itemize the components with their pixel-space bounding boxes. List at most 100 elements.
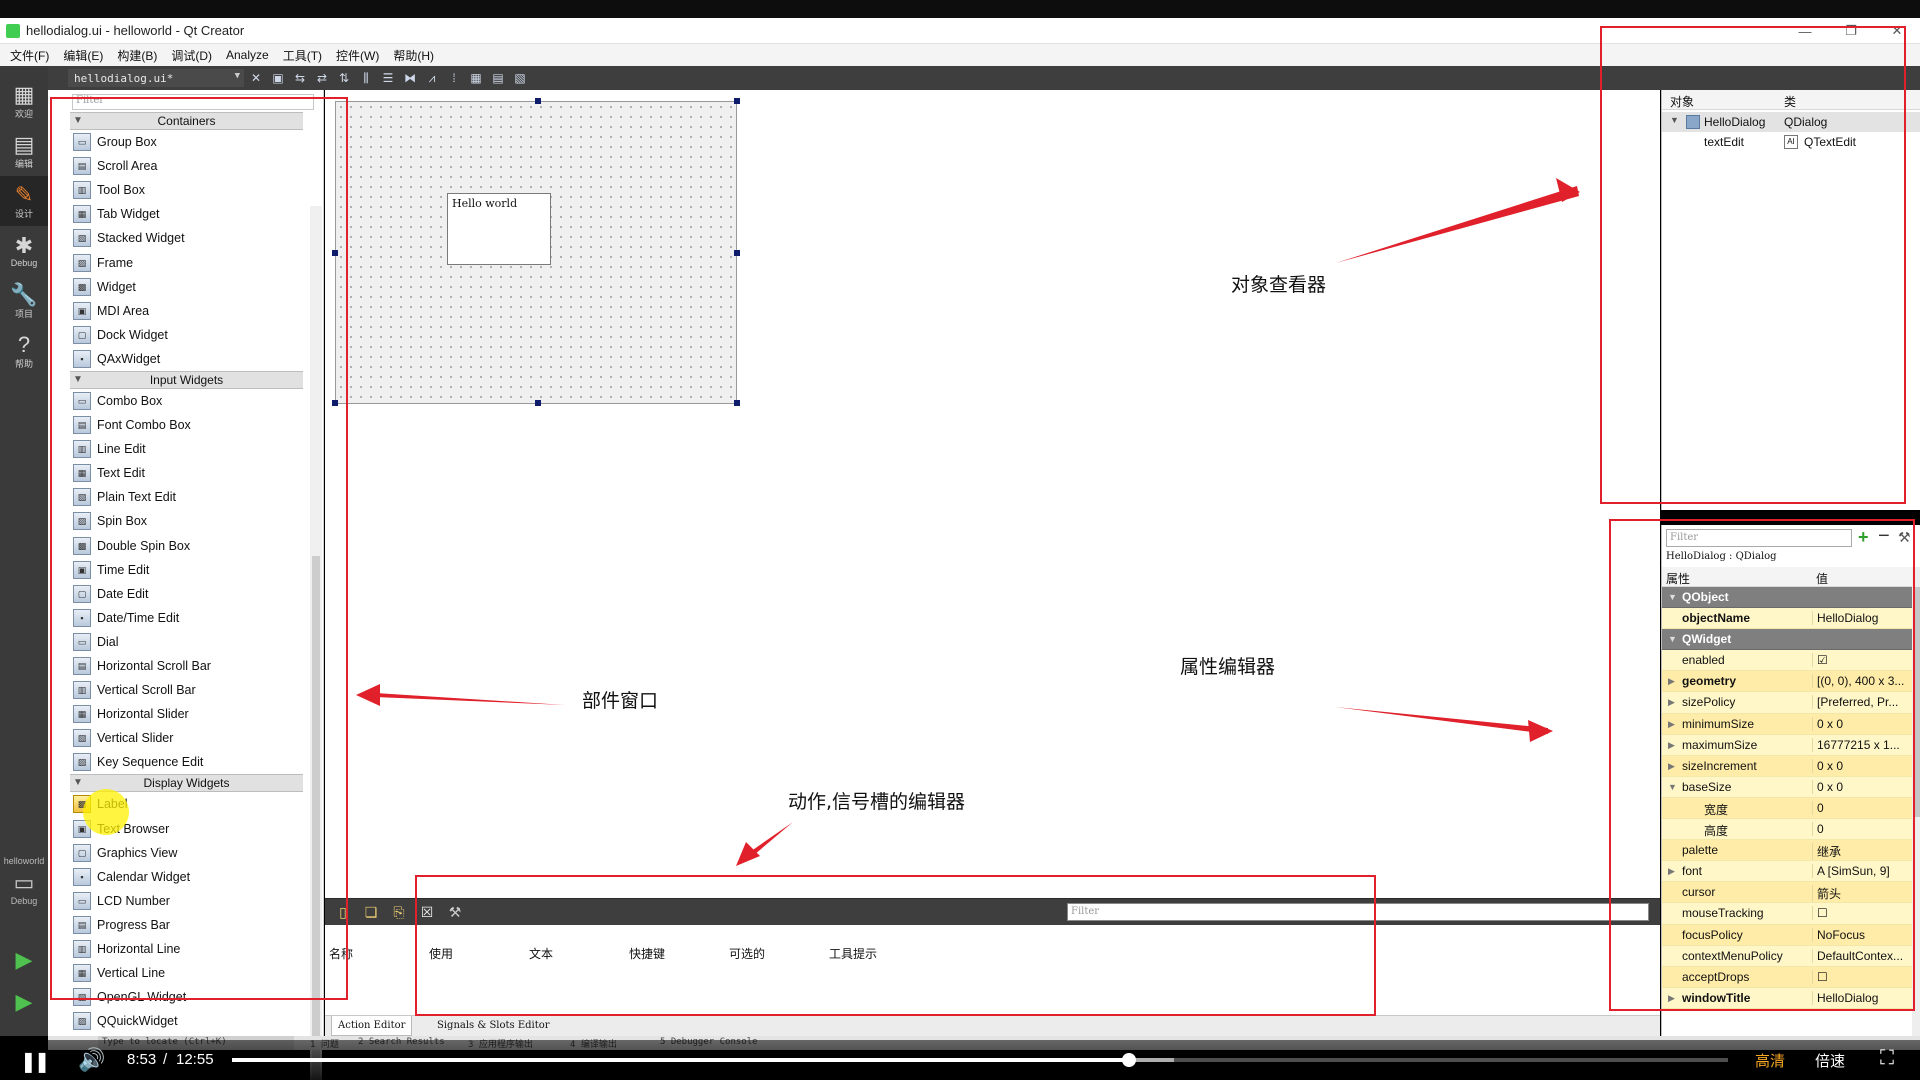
menu-debug[interactable]: 调试(D) [167, 47, 222, 64]
property-value[interactable]: 0 [1812, 800, 1910, 815]
property-group-header[interactable]: ▼ QWidget [1662, 629, 1912, 651]
mode-edit[interactable]: ▤ 编辑 [0, 126, 48, 176]
widget-item[interactable]: ▦ Tab Widget [70, 202, 303, 226]
mode-help[interactable]: ? 帮助 [0, 326, 48, 376]
property-row[interactable]: ▶ minimumSize 0 x 0 [1662, 713, 1912, 735]
property-value[interactable]: [(0, 0), 400 x 3... [1812, 674, 1910, 689]
new-action-icon[interactable]: ▯ [333, 902, 353, 922]
copy-action-icon[interactable]: ❏ [361, 902, 381, 922]
property-value[interactable]: 0 x 0 [1812, 716, 1910, 731]
property-value[interactable]: ☑ [1812, 653, 1910, 668]
resize-handle-top-right[interactable] [734, 98, 740, 104]
mode-projects[interactable]: 🔧 项目 [0, 276, 48, 326]
widget-box-scrollbar[interactable] [310, 206, 322, 1080]
widget-item[interactable]: ▨ Frame [70, 250, 303, 274]
resize-handle-bottom[interactable] [535, 400, 541, 406]
property-filter-input[interactable]: Filter [1666, 529, 1852, 547]
widget-item[interactable]: ▤ Progress Bar [70, 913, 303, 937]
widget-item[interactable]: ▨ QQuickWidget [70, 1009, 303, 1033]
adjust-size-icon[interactable]: ▧ [510, 69, 530, 87]
chevron-right-icon[interactable]: ▶ [1668, 697, 1675, 708]
widget-item[interactable]: ▪ Calendar Widget [70, 865, 303, 889]
widget-item[interactable]: ▦ Horizontal Slider [70, 702, 303, 726]
property-value[interactable]: A [SimSun, 9] [1812, 864, 1910, 879]
edit-widgets-icon[interactable]: ▣ [268, 69, 288, 87]
edit-signals-icon[interactable]: ⇆ [290, 69, 310, 87]
property-value[interactable]: 16777215 x 1... [1812, 737, 1910, 752]
property-value[interactable]: DefaultContex... [1812, 948, 1910, 963]
property-row[interactable]: 宽度 0 [1662, 797, 1912, 820]
property-row[interactable]: ▶ font A [SimSun, 9] [1662, 861, 1912, 883]
widget-item[interactable]: ▤ Horizontal Scroll Bar [70, 654, 303, 678]
mode-design[interactable]: ✎ 设计 [0, 176, 48, 226]
tab-action-editor[interactable]: Action Editor [331, 1016, 413, 1036]
mode-debug[interactable]: ✱ Debug [0, 226, 48, 276]
resize-handle-right[interactable] [734, 250, 740, 256]
widget-item[interactable]: ▧ Vertical Slider [70, 726, 303, 750]
property-row[interactable]: ▼ baseSize 0 x 0 [1662, 776, 1912, 798]
widget-filter-input[interactable]: Filter [72, 94, 314, 110]
chevron-right-icon[interactable]: ▶ [1668, 761, 1675, 772]
widget-item[interactable]: ▪ QAxWidget [70, 347, 303, 371]
widget-item[interactable]: ▥ Tool Box [70, 178, 303, 202]
widget-item[interactable]: ▤ Font Combo Box [70, 413, 303, 437]
layout-horizontal-icon[interactable]: ⫼ [356, 69, 376, 87]
property-row[interactable]: 高度 0 [1662, 819, 1912, 841]
break-layout-icon[interactable]: ▤ [488, 69, 508, 87]
debug-run-icon[interactable]: ▶ [12, 990, 36, 1014]
edit-buddies-icon[interactable]: ⇄ [312, 69, 332, 87]
menu-tools[interactable]: 工具(T) [279, 47, 332, 64]
column-header-value[interactable]: 值 [1816, 570, 1828, 587]
column-header[interactable]: 文本 [529, 945, 553, 962]
action-filter-input[interactable]: Filter [1067, 903, 1649, 921]
layout-form-icon[interactable]: ⁞ [444, 69, 464, 87]
add-property-icon[interactable]: + [1858, 527, 1869, 548]
open-documents-combo[interactable]: hellodialog.ui* ▼ [68, 69, 244, 87]
widget-item[interactable]: ▤ Scroll Area [70, 154, 303, 178]
widget-item[interactable]: ▪ Date/Time Edit [70, 606, 303, 630]
widget-item[interactable]: ▦ Vertical Line [70, 961, 303, 985]
property-value[interactable]: 箭头 [1812, 885, 1910, 903]
menu-file[interactable]: 文件(F) [6, 47, 59, 64]
chevron-right-icon[interactable]: ▶ [1668, 676, 1675, 687]
column-header[interactable]: 使用 [429, 945, 453, 962]
property-value[interactable]: 0 x 0 [1812, 758, 1910, 773]
menu-help[interactable]: 帮助(H) [389, 47, 444, 64]
video-progress-bar[interactable] [232, 1053, 1728, 1067]
minimize-icon[interactable]: — [1782, 18, 1828, 44]
chevron-right-icon[interactable]: ▶ [1668, 740, 1675, 751]
layout-v-splitter-icon[interactable]: ⩘ [422, 69, 442, 87]
property-row[interactable]: ▶ sizePolicy [Preferred, Pr... [1662, 692, 1912, 714]
widget-item[interactable]: ▭ Combo Box [70, 389, 303, 413]
close-icon[interactable]: ✕ [1874, 18, 1920, 44]
volume-icon[interactable]: 🔊 [78, 1047, 105, 1073]
menu-edit[interactable]: 编辑(E) [59, 47, 113, 64]
edit-tab-order-icon[interactable]: ⇅ [334, 69, 354, 87]
property-value[interactable]: ☐ [1812, 969, 1910, 984]
widget-item[interactable]: ▧ Stacked Widget [70, 226, 303, 250]
tab-signals-slots[interactable]: Signals & Slots Editor [437, 1020, 550, 1031]
menu-build[interactable]: 构建(B) [113, 47, 167, 64]
scrollbar-thumb[interactable] [312, 556, 320, 1080]
column-header[interactable]: 可选的 [729, 945, 765, 962]
object-row[interactable]: textEdit AI QTextEdit [1662, 132, 1920, 152]
property-value[interactable]: 0 x 0 [1812, 779, 1910, 794]
widget-item[interactable]: ▨ Spin Box [70, 509, 303, 533]
property-row[interactable]: ▶ windowTitle HelloDialog [1662, 987, 1912, 1009]
delete-action-icon[interactable]: ☒ [417, 902, 437, 922]
chevron-down-icon[interactable]: ▼ [1668, 592, 1677, 602]
property-value[interactable]: ☐ [1812, 906, 1910, 921]
remove-property-icon[interactable]: − [1878, 525, 1890, 548]
widget-item[interactable]: ▦ Text Edit [70, 461, 303, 485]
property-row[interactable]: ▶ sizeIncrement 0 x 0 [1662, 755, 1912, 777]
resize-handle-top[interactable] [535, 98, 541, 104]
widget-item[interactable]: ▢ Graphics View [70, 841, 303, 865]
property-row[interactable]: enabled ☑ [1662, 650, 1912, 672]
property-row[interactable]: palette 继承 [1662, 840, 1912, 862]
widget-item[interactable]: ▥ Vertical Scroll Bar [70, 678, 303, 702]
widget-item[interactable]: ▭ Group Box [70, 130, 303, 154]
paste-action-icon[interactable]: ⎘ [389, 902, 409, 922]
text-edit-widget[interactable]: Hello world [447, 193, 551, 265]
property-row[interactable]: objectName HelloDialog [1662, 608, 1912, 630]
property-editor-scrollbar[interactable] [1912, 567, 1920, 1036]
